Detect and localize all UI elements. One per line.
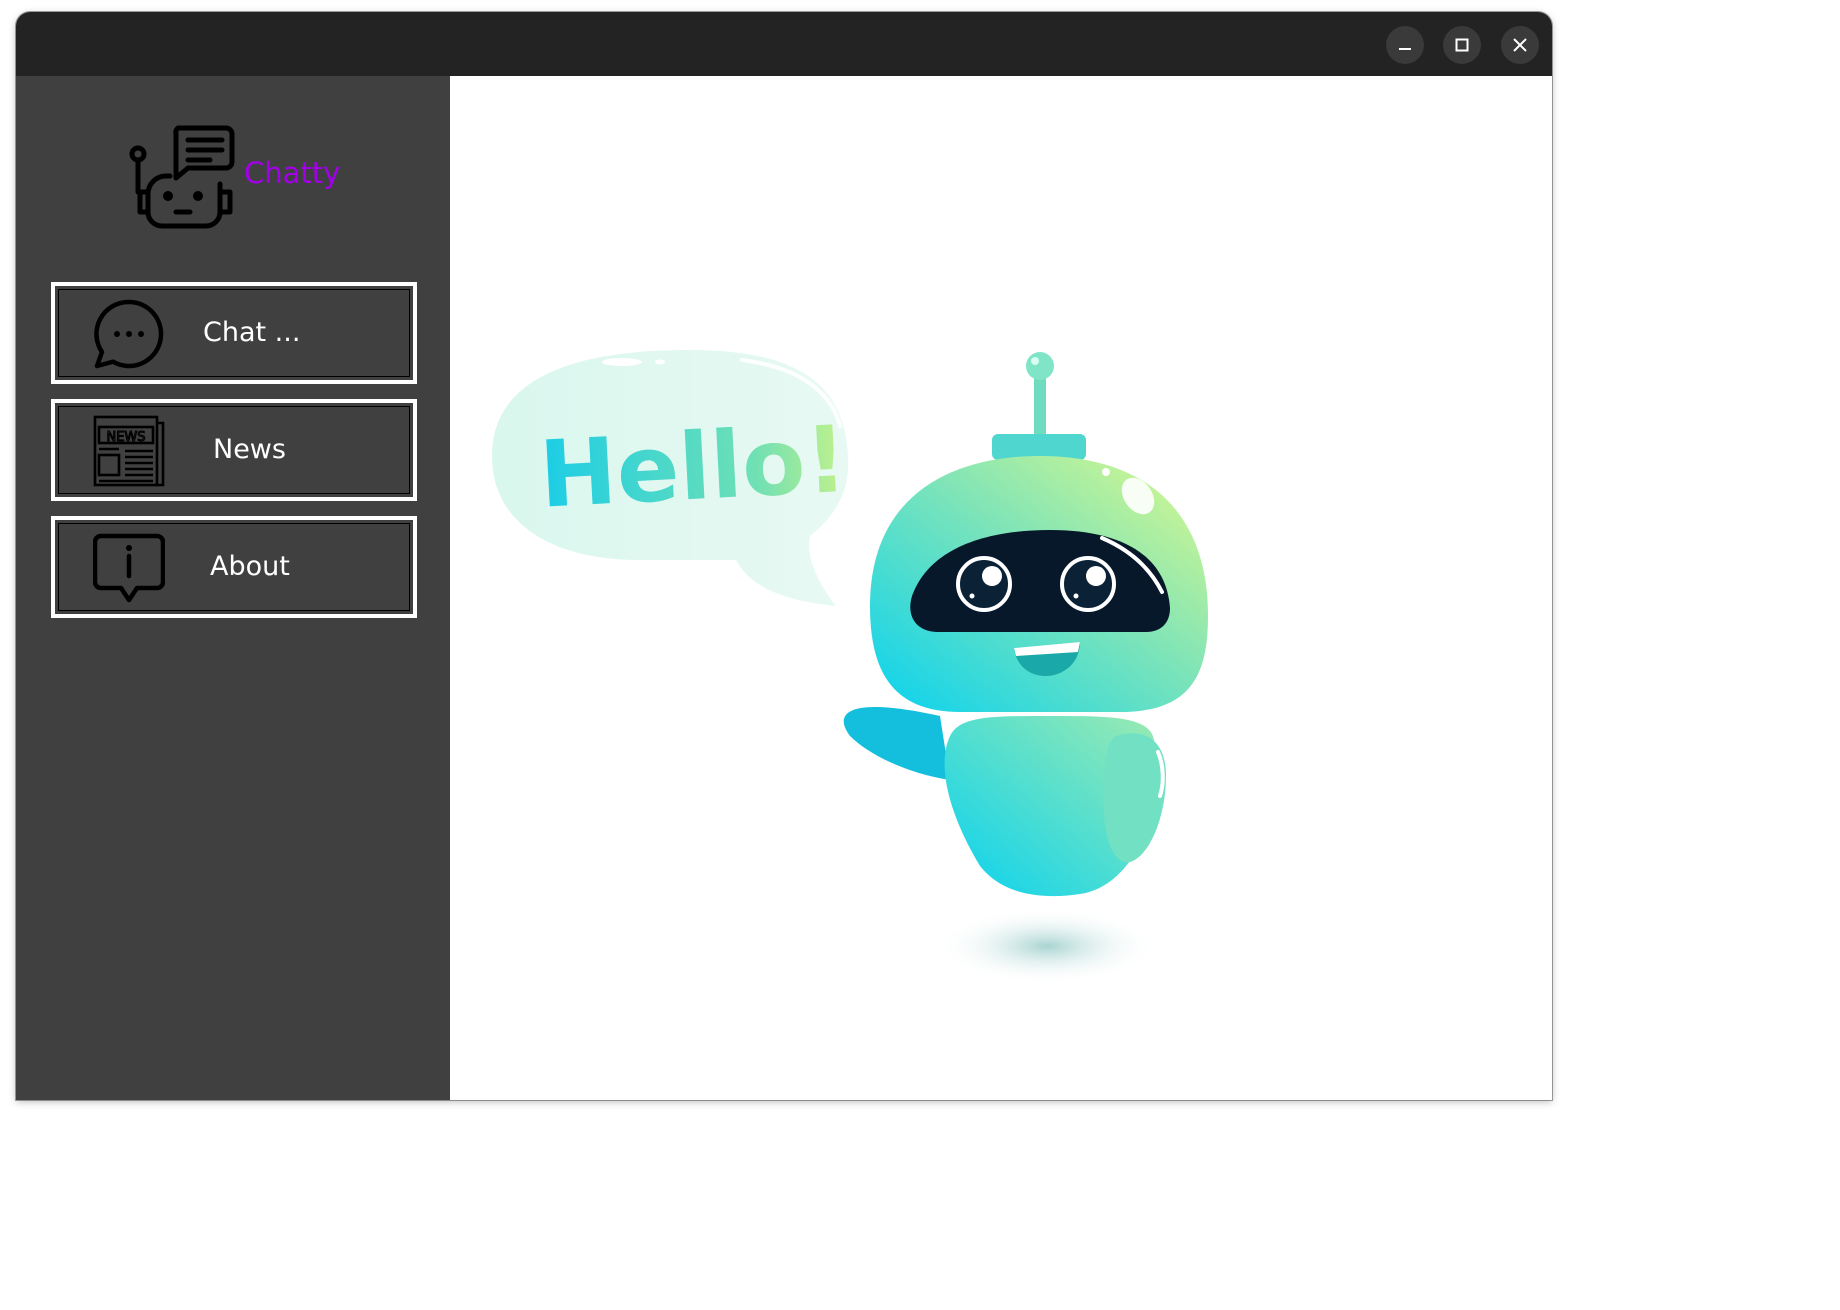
chat-bubble-icon [94,299,164,369]
app-logo [126,120,236,230]
app-name: Chatty [244,156,341,190]
maximize-icon [1455,38,1469,52]
news-button[interactable]: NEWS News [51,399,417,501]
chat-button[interactable]: Chat ... [51,282,417,384]
robot-shadow [937,908,1157,984]
newspaper-icon: NEWS [93,415,165,487]
news-button-label: News [213,434,286,465]
app-window: Chatty Chat ... NEWS News About Hello! [16,12,1552,1100]
robot-left-arm [843,706,950,780]
hello-robot-illustration: Hello! [492,350,1208,984]
close-icon [1513,38,1527,52]
minimize-button[interactable] [1386,26,1424,64]
robot-antenna [992,352,1086,460]
newspaper-icon-text: NEWS [106,430,145,445]
speech-bubble: Hello! [492,350,850,606]
hello-text: Hello! [537,406,850,529]
main-content: Hello! [450,76,1552,1100]
chat-button-label: Chat ... [203,317,301,348]
sidebar: Chatty Chat ... NEWS News About [16,76,450,1100]
minimize-icon [1399,48,1411,50]
about-button[interactable]: About [51,516,417,618]
title-bar[interactable] [16,12,1552,76]
info-bubble-icon [93,533,165,603]
robot-chat-logo-icon [129,125,235,229]
maximize-button[interactable] [1443,26,1481,64]
close-button[interactable] [1501,26,1539,64]
about-button-label: About [210,551,290,582]
